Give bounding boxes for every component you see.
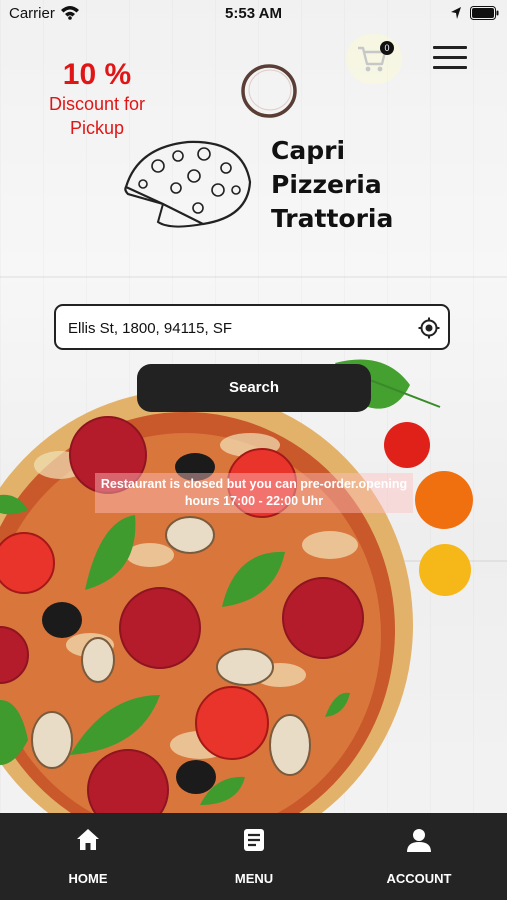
plank-divider bbox=[0, 276, 507, 278]
nav-account-button[interactable]: ACCOUNT bbox=[349, 813, 489, 900]
address-input[interactable] bbox=[68, 306, 408, 350]
pizza-logo-icon bbox=[124, 140, 252, 228]
bottom-nav: HOME MENU ACCOUNT bbox=[0, 813, 507, 900]
nav-menu-button[interactable]: MENU bbox=[184, 813, 324, 900]
logo-line-1: Capri bbox=[271, 136, 346, 165]
address-field bbox=[54, 304, 450, 350]
logo-line-3: Trattoria bbox=[271, 204, 394, 233]
hamburger-icon bbox=[433, 46, 467, 49]
discount-percent: 10 % bbox=[62, 58, 132, 91]
cart-count-badge: 0 bbox=[380, 41, 394, 55]
pickup-discount-promo: 10 % Discount for Pickup bbox=[30, 58, 164, 140]
battery-icon bbox=[470, 6, 499, 20]
home-icon bbox=[77, 829, 99, 850]
location-arrow-icon bbox=[451, 7, 461, 19]
search-button[interactable]: Search bbox=[137, 364, 371, 412]
status-time: 5:53 AM bbox=[225, 5, 282, 22]
pizza-background-image bbox=[0, 359, 473, 815]
account-icon bbox=[407, 829, 431, 852]
status-bar: Carrier 5:53 AM bbox=[0, 0, 507, 28]
app-screen: Carrier 5:53 AM 0 10 % Discount for Pick… bbox=[0, 0, 507, 900]
closed-notice: Restaurant is closed but you can pre-ord… bbox=[95, 473, 413, 513]
hamburger-menu-button[interactable] bbox=[430, 42, 472, 74]
gps-locate-icon[interactable] bbox=[418, 317, 440, 339]
nav-account-label: ACCOUNT bbox=[386, 871, 452, 886]
nav-home-button[interactable]: HOME bbox=[18, 813, 158, 900]
nav-home-label: HOME bbox=[68, 871, 108, 886]
nav-menu-label: MENU bbox=[234, 871, 274, 886]
logo-ring-icon bbox=[241, 64, 297, 118]
cart-button[interactable]: 0 bbox=[346, 34, 402, 84]
restaurant-name: Capri Pizzeria Trattoria bbox=[271, 134, 393, 236]
menu-list-icon bbox=[244, 829, 264, 851]
logo-line-2: Pizzeria bbox=[271, 170, 382, 199]
